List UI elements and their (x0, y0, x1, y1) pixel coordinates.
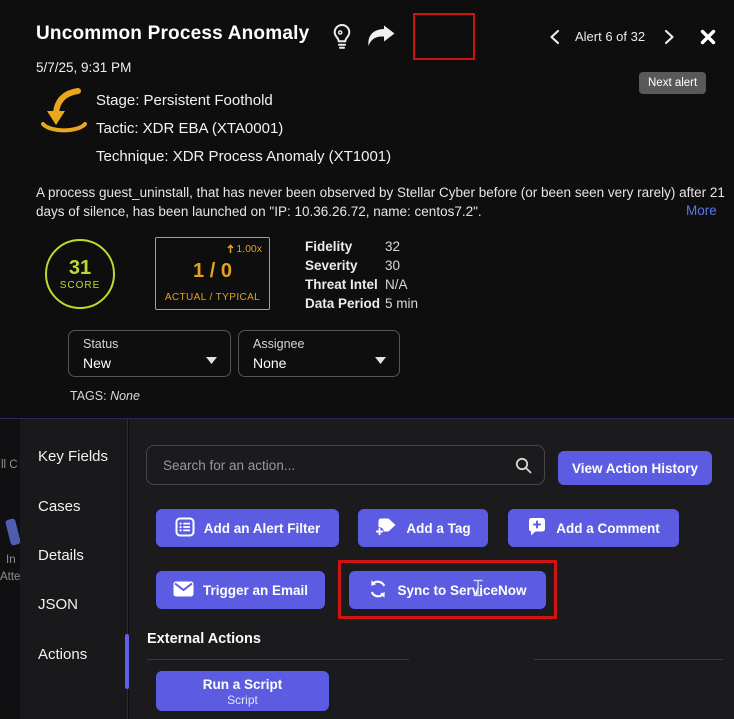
background-text-fragment: ll C (1, 459, 18, 471)
alert-pagination-label: Alert 6 of 32 (575, 29, 645, 44)
alert-detail-panel: Uncommon Process Anomaly Alert 6 of 32 N… (0, 0, 734, 418)
stat-label: Fidelity (305, 239, 385, 258)
close-icon[interactable] (700, 29, 716, 45)
next-alert-tooltip: Next alert (639, 72, 706, 94)
add-alert-filter-label: Add an Alert Filter (204, 521, 321, 536)
stat-value: 32 (385, 239, 400, 258)
add-comment-label: Add a Comment (556, 521, 660, 536)
envelope-icon (173, 581, 194, 600)
tags-line: TAGS: None (70, 389, 140, 403)
alert-stats: Fidelity 32 Severity 30 Threat Intel N/A… (305, 239, 418, 315)
actions-tab-content: View Action History Add an Alert Filter (129, 419, 734, 719)
assignee-dropdown[interactable]: Assignee None (238, 330, 400, 377)
add-comment-button[interactable]: Add a Comment (508, 509, 679, 547)
status-dropdown-value: New (83, 355, 111, 371)
annotation-highlight-box (338, 560, 557, 619)
description-more-link[interactable]: More (686, 203, 717, 218)
add-tag-label: Add a Tag (406, 521, 470, 536)
trigger-email-label: Trigger an Email (203, 583, 308, 598)
tags-value: None (110, 389, 140, 403)
action-search[interactable] (146, 445, 545, 485)
alert-score-badge: 31 SCORE (45, 239, 115, 309)
insight-lightbulb-icon[interactable] (331, 23, 353, 50)
score-label: SCORE (60, 280, 101, 291)
alert-timestamp: 5/7/25, 9:31 PM (36, 60, 131, 75)
annotation-highlight-box (413, 13, 475, 60)
status-dropdown[interactable]: Status New (68, 330, 231, 377)
stat-label: Threat Intel (305, 277, 385, 296)
stat-value: 30 (385, 258, 400, 277)
action-search-input[interactable] (147, 446, 544, 484)
stat-value: 5 min (385, 296, 418, 315)
chevron-down-icon (375, 351, 386, 369)
tab-key-fields[interactable]: Key Fields (38, 448, 108, 465)
ratio-multiplier: 1.00x (227, 243, 262, 255)
background-text-fragment: Atte (0, 571, 20, 583)
stat-row: Severity 30 (305, 258, 418, 277)
chevron-down-icon (206, 351, 217, 369)
stat-row: Data Period 5 min (305, 296, 418, 315)
score-value: 31 (69, 257, 91, 279)
share-forward-icon[interactable] (366, 25, 397, 47)
background-text-fragment: In (6, 554, 16, 566)
tab-cases[interactable]: Cases (38, 498, 81, 515)
tab-json[interactable]: JSON (38, 596, 78, 613)
stat-label: Severity (305, 258, 385, 277)
alert-tabs-section: ll C In Atte Key Fields Cases Details JS… (0, 418, 734, 718)
stat-label: Data Period (305, 296, 385, 315)
stat-row: Fidelity 32 (305, 239, 418, 258)
search-icon (515, 457, 532, 479)
kill-chain-stage-icon (38, 86, 90, 143)
tag-plus-icon (375, 517, 397, 539)
technique-label: Technique: XDR Process Anomaly (XT1001) (96, 148, 391, 165)
assignee-dropdown-label: Assignee (253, 337, 304, 351)
ratio-caption: ACTUAL / TYPICAL (156, 292, 269, 303)
next-alert-chevron-icon[interactable] (664, 29, 675, 45)
comment-plus-icon (527, 517, 547, 540)
ratio-value: 1 / 0 (156, 260, 269, 283)
section-divider (534, 659, 723, 660)
stat-row: Threat Intel N/A (305, 277, 418, 296)
ratio-multiplier-value: 1.00x (236, 243, 262, 255)
external-actions-title: External Actions (147, 631, 261, 647)
list-filter-icon (175, 517, 195, 540)
stat-value: N/A (385, 277, 408, 296)
tab-details[interactable]: Details (38, 547, 84, 564)
view-action-history-label: View Action History (572, 461, 698, 476)
add-tag-button[interactable]: Add a Tag (358, 509, 488, 547)
alert-description: A process guest_uninstall, that has neve… (36, 183, 734, 221)
run-script-sublabel: Script (227, 693, 258, 708)
tab-sidebar: Key Fields Cases Details JSON Actions (20, 419, 128, 719)
tactic-label: Tactic: XDR EBA (XTA0001) (96, 120, 283, 137)
actual-typical-box: 1.00x 1 / 0 ACTUAL / TYPICAL (155, 237, 270, 310)
assignee-dropdown-value: None (253, 355, 286, 371)
status-dropdown-label: Status (83, 337, 118, 351)
section-divider (147, 659, 409, 660)
stage-label: Stage: Persistent Foothold (96, 92, 273, 109)
add-alert-filter-button[interactable]: Add an Alert Filter (156, 509, 339, 547)
tags-label: TAGS: (70, 389, 107, 403)
tab-actions[interactable]: Actions (38, 646, 87, 663)
background-blue-icon (5, 518, 21, 546)
up-arrow-icon (227, 244, 234, 254)
page-title: Uncommon Process Anomaly (36, 23, 309, 45)
run-script-button[interactable]: Run a Script Script (156, 671, 329, 711)
view-action-history-button[interactable]: View Action History (558, 451, 712, 485)
mouse-cursor (473, 579, 483, 602)
prev-alert-chevron-icon[interactable] (549, 29, 560, 45)
run-script-label: Run a Script (203, 676, 283, 693)
trigger-email-button[interactable]: Trigger an Email (156, 571, 325, 609)
